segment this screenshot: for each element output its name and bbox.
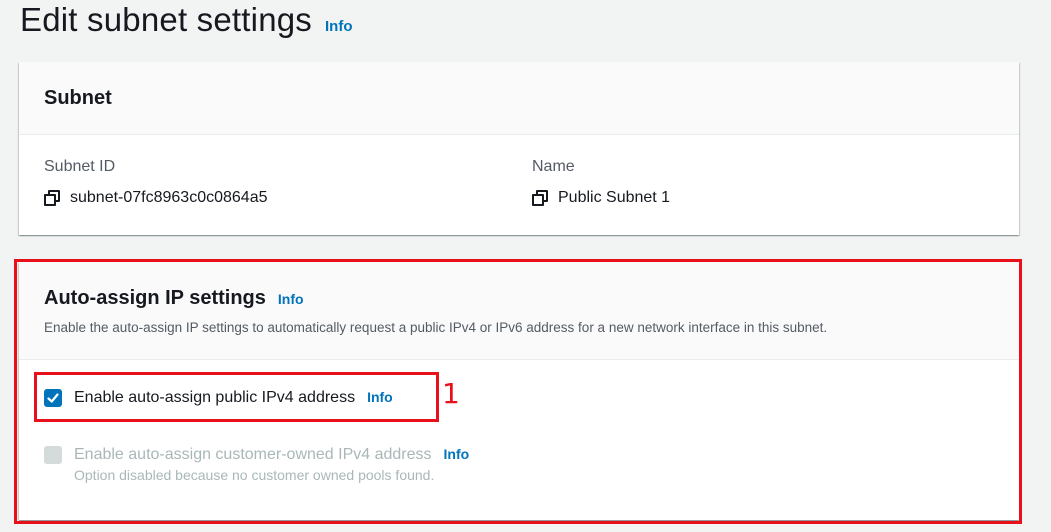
public-ipv4-label-row: Enable auto-assign public IPv4 address I… (74, 388, 393, 408)
customer-owned-ipv4-label-row: Enable auto-assign customer-owned IPv4 a… (74, 445, 469, 465)
auto-assign-panel-header: Auto-assign IP settings Info Enable the … (19, 262, 1019, 360)
auto-assign-heading-row: Auto-assign IP settings Info (44, 286, 994, 310)
page-title: Edit subnet settings (20, 1, 313, 38)
public-ipv4-option: Enable auto-assign public IPv4 address I… (44, 388, 393, 408)
subnet-details: Subnet ID subnet-07fc8963c0c0864a5 Name … (19, 135, 1019, 235)
page: Edit subnet settings Info Subnet Subnet … (0, 0, 1051, 532)
public-ipv4-checkbox[interactable] (44, 389, 62, 407)
copy-icon[interactable] (532, 189, 550, 207)
subnet-name-label: Name (532, 158, 575, 175)
subnet-id-field: Subnet ID subnet-07fc8963c0c0864a5 (44, 157, 268, 208)
customer-owned-ipv4-text: Enable auto-assign customer-owned IPv4 a… (74, 445, 469, 484)
subnet-panel: Subnet Subnet ID subnet-07fc8963c0c0864a… (19, 62, 1019, 235)
auto-assign-description: Enable the auto-assign IP settings to au… (44, 320, 828, 335)
customer-owned-ipv4-info-link[interactable]: Info (444, 446, 470, 462)
subnet-name-value-row: Public Subnet 1 (532, 188, 670, 208)
annotation-step-number: 1 (442, 377, 460, 410)
public-ipv4-label[interactable]: Enable auto-assign public IPv4 address (74, 388, 355, 408)
auto-assign-info-link[interactable]: Info (278, 291, 304, 307)
customer-owned-ipv4-option: Enable auto-assign customer-owned IPv4 a… (44, 445, 469, 484)
subnet-name-value: Public Subnet 1 (558, 189, 671, 206)
subnet-panel-header: Subnet (19, 62, 1019, 135)
page-info-link[interactable]: Info (325, 18, 353, 35)
checkmark-icon (47, 393, 59, 403)
customer-owned-ipv4-checkbox (44, 446, 62, 464)
auto-assign-panel: Auto-assign IP settings Info Enable the … (19, 262, 1019, 520)
subnet-name-field: Name Public Subnet 1 (532, 157, 670, 208)
subnet-panel-heading: Subnet (44, 87, 112, 109)
copy-icon[interactable] (44, 189, 62, 207)
customer-owned-ipv4-label: Enable auto-assign customer-owned IPv4 a… (74, 446, 432, 463)
public-ipv4-info-link[interactable]: Info (367, 389, 393, 405)
page-header: Edit subnet settings Info (20, 0, 353, 40)
subnet-id-value-row: subnet-07fc8963c0c0864a5 (44, 188, 268, 208)
auto-assign-heading: Auto-assign IP settings (44, 287, 266, 309)
subnet-id-value: subnet-07fc8963c0c0864a5 (70, 189, 268, 206)
customer-owned-ipv4-hint: Option disabled because no customer owne… (74, 467, 435, 483)
subnet-id-label: Subnet ID (44, 158, 116, 175)
